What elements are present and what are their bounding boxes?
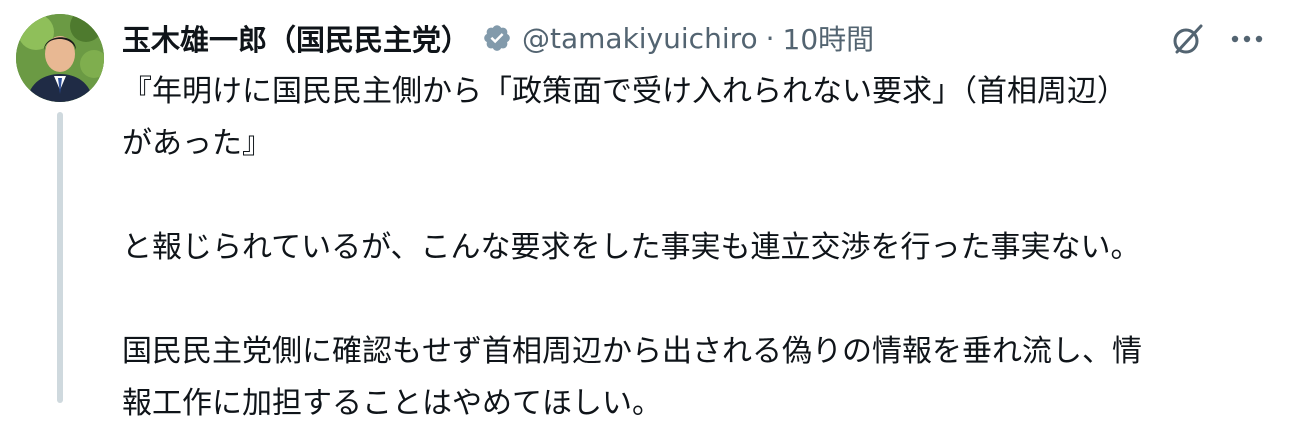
more-icon[interactable] [1226,18,1268,60]
grok-icon[interactable] [1166,18,1208,60]
thread-line [57,112,63,403]
avatar-portrait [16,14,104,102]
tweet-header: 玉木雄一郎（国民民主党） @tamakiyuichiro · 10時間 [122,16,874,60]
verified-badge-icon [482,23,512,53]
timestamp[interactable]: 10時間 [783,18,875,58]
author-handle[interactable]: @tamakiyuichiro [522,22,758,55]
separator-dot: · [765,21,775,55]
tweet-line: 報工作に加担することはやめてほしい。 [122,386,662,421]
author-name[interactable]: 玉木雄一郎（国民民主党） [122,17,470,59]
avatar[interactable] [16,14,104,102]
tweet-line: 国民民主党側に確認もせず首相周辺から出される偽りの情報を垂れ流し、情 [122,334,1142,369]
tweet-line: があった』 [122,126,272,161]
tweet-text: 『年明けに国民民主側から「政策面で受け入れられない要求」（首相周辺） があった』… [122,66,1272,430]
tweet-line: と報じられているが、こんな要求をした事実も連立交渉を行った事実ない。 [122,230,1141,265]
tweet-line: 『年明けに国民民主側から「政策面で受け入れられない要求」（首相周辺） [122,74,1127,109]
